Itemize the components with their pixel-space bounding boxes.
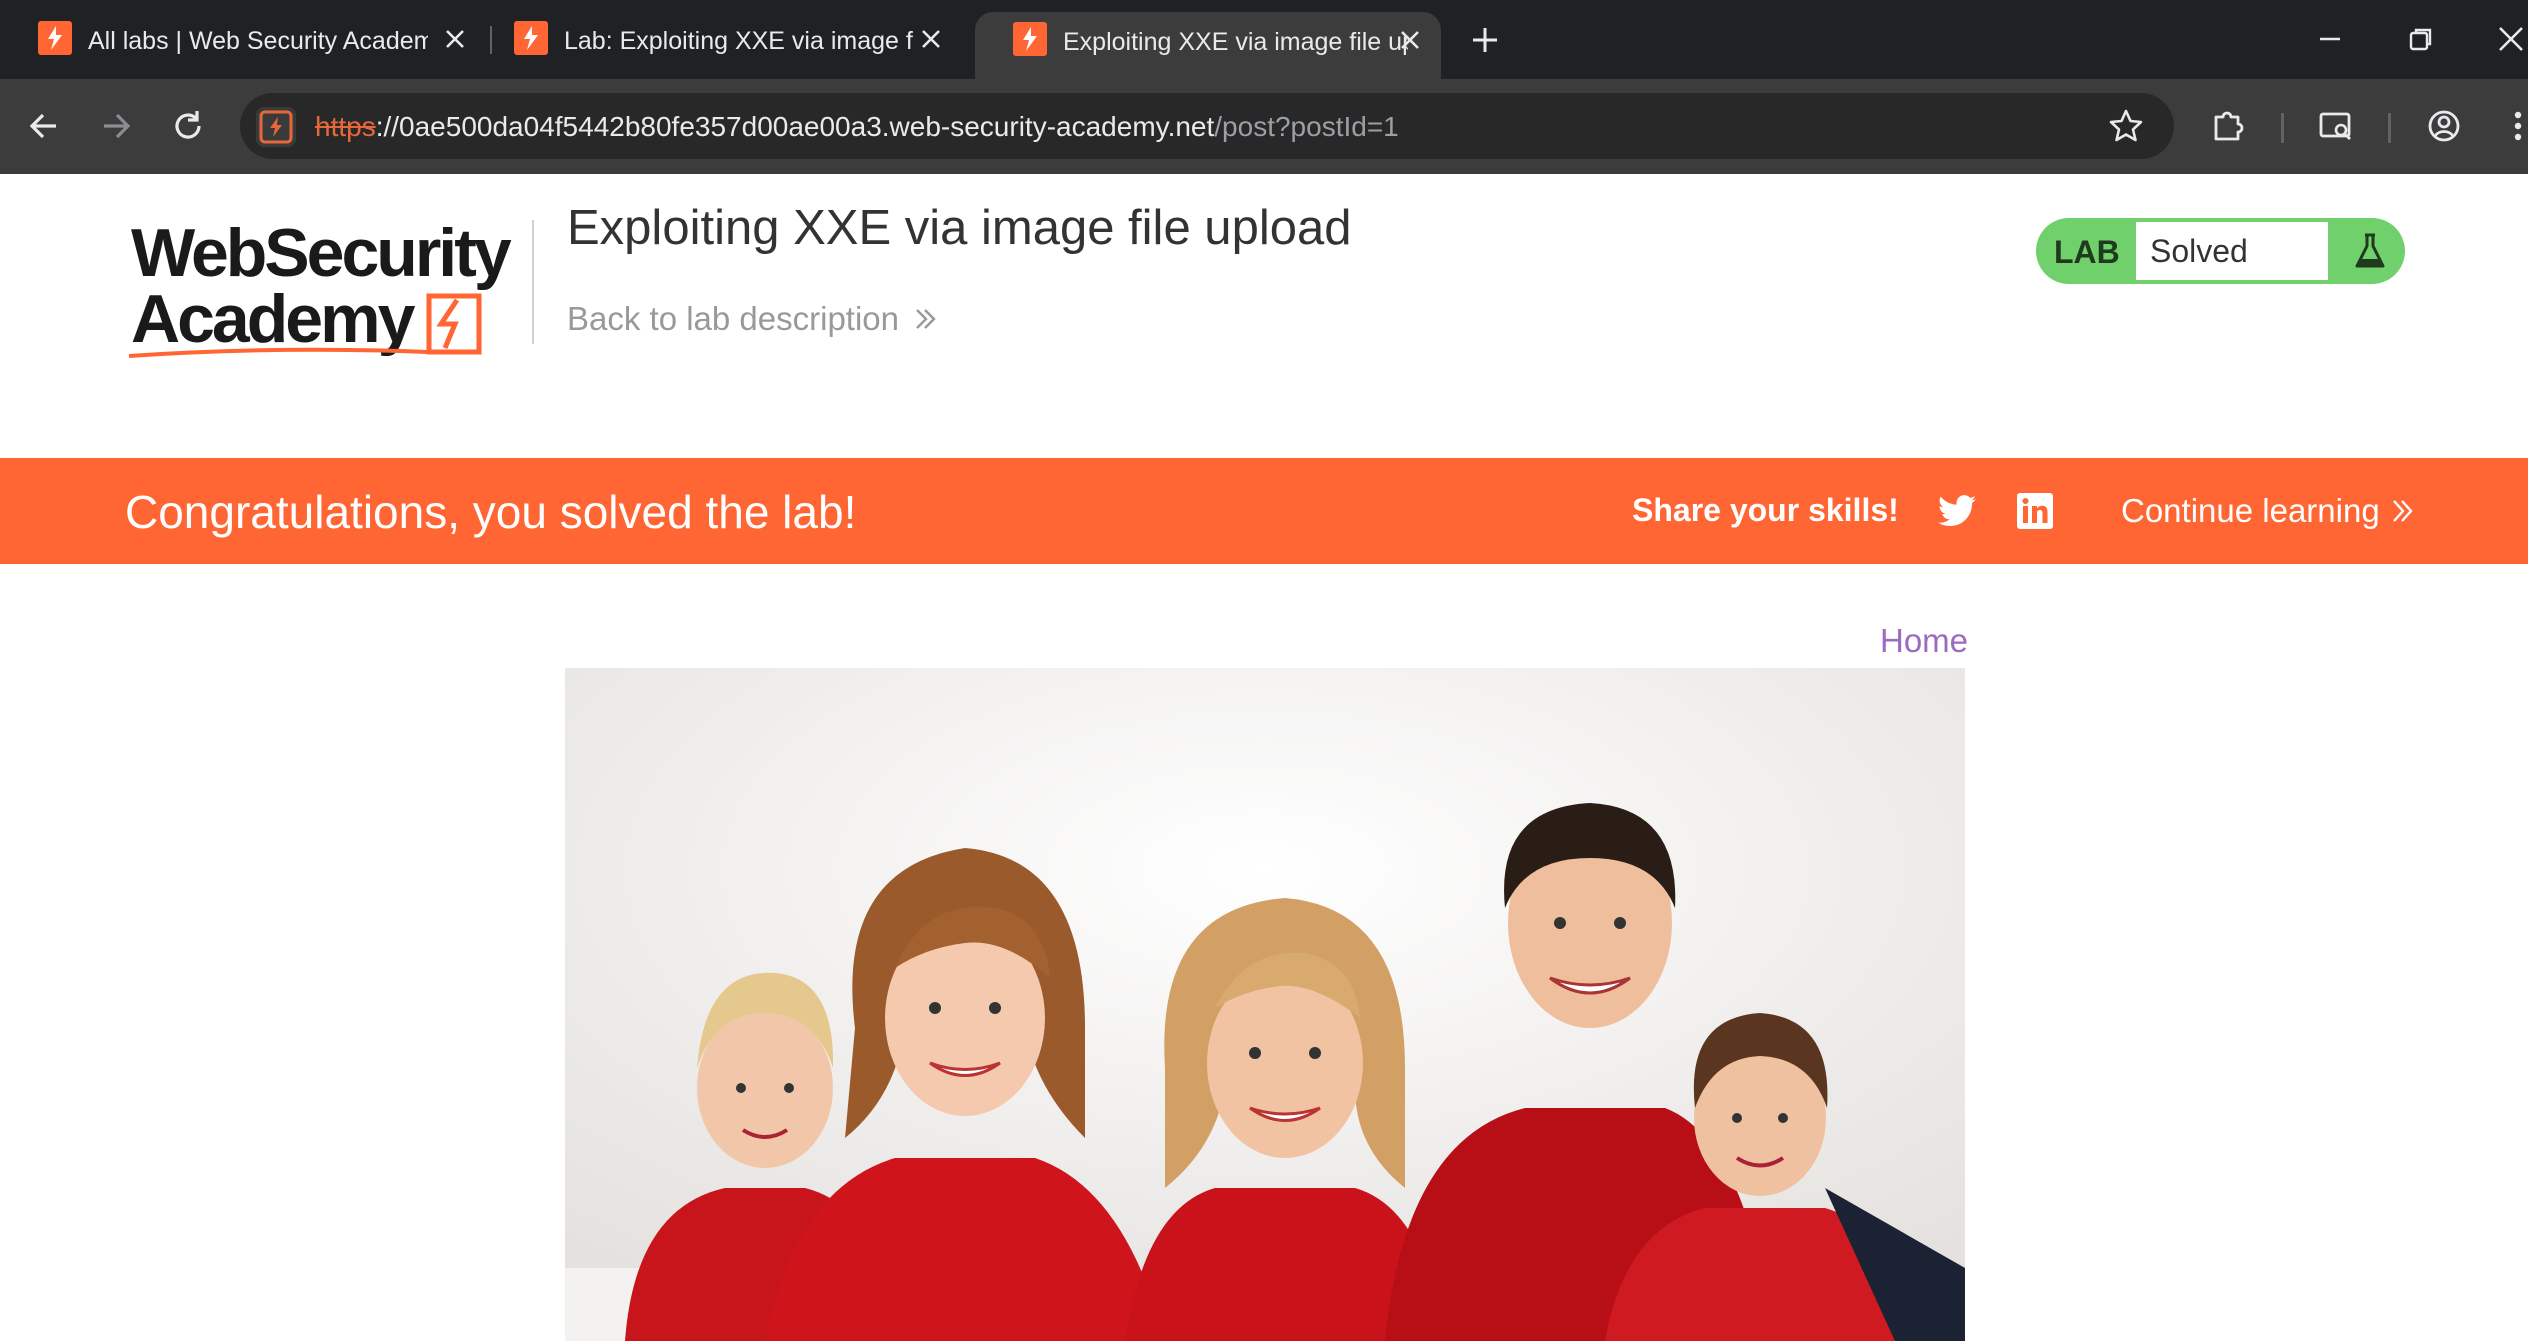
url-scheme: https: [315, 111, 376, 142]
portswigger-favicon-icon: [1013, 22, 1047, 56]
browser-tab-bar: All labs | Web Security Academy Lab: Exp…: [0, 0, 2528, 79]
browser-tab[interactable]: Lab: Exploiting XXE via image file uploa…: [476, 0, 966, 79]
logo-line2: Academy: [131, 281, 416, 357]
url-host: ://0ae500da04f5442b80fe357d00ae00a3.web-…: [375, 111, 1215, 142]
site-favicon-icon: [259, 110, 293, 144]
back-link-label: Back to lab description: [567, 300, 900, 337]
reload-icon[interactable]: [168, 106, 208, 146]
minimize-window-icon[interactable]: [2313, 22, 2347, 56]
close-tab-icon[interactable]: [920, 28, 942, 50]
family-photo-illustration: [565, 668, 1965, 1341]
url-text: https://0ae500da04f5442b80fe357d00ae00a3…: [315, 93, 1399, 159]
home-link[interactable]: Home: [1880, 622, 1968, 660]
blog-post-image: [565, 668, 1965, 1341]
tab-title: Exploiting XXE via image file upload: [1063, 28, 1408, 56]
logo-line1: WebSecurity: [131, 215, 512, 291]
close-tab-icon[interactable]: [444, 28, 466, 50]
browser-tab[interactable]: All labs | Web Security Academy: [0, 0, 490, 79]
linkedin-icon[interactable]: [2016, 492, 2054, 530]
site-info-button[interactable]: [256, 107, 296, 147]
tab-title: Lab: Exploiting XXE via image file uploa…: [564, 27, 914, 55]
bookmark-star-icon[interactable]: [2106, 106, 2146, 146]
restore-window-icon[interactable]: [2404, 22, 2438, 56]
tab-title: All labs | Web Security Academy: [88, 27, 428, 55]
back-to-lab-description-link[interactable]: Back to lab description: [567, 300, 939, 338]
lab-status-text: Solved: [2136, 222, 2328, 280]
flask-icon: [2355, 233, 2385, 268]
browser-tab-active[interactable]: Exploiting XXE via image file upload: [975, 12, 1441, 79]
portswigger-favicon-icon: [514, 21, 548, 55]
double-chevron-right-icon: [2392, 500, 2413, 522]
lab-badge-label: LAB: [2054, 234, 2120, 270]
address-bar[interactable]: https://0ae500da04f5442b80fe357d00ae00a3…: [240, 93, 2174, 159]
url-path: /post?postId=1: [1214, 111, 1399, 142]
browser-toolbar: https://0ae500da04f5442b80fe357d00ae00a3…: [0, 79, 2528, 174]
extensions-puzzle-icon[interactable]: [2208, 105, 2248, 145]
new-tab-icon[interactable]: [1465, 20, 1505, 60]
solved-banner: Congratulations, you solved the lab! Sha…: [0, 458, 2528, 564]
twitter-icon[interactable]: [1938, 493, 1976, 529]
web-security-academy-logo[interactable]: WebSecurity Academy: [127, 214, 537, 370]
toolbar-separator: [2281, 113, 2284, 143]
close-tab-icon[interactable]: [1399, 29, 1421, 51]
profile-avatar-icon[interactable]: [2424, 106, 2464, 146]
continue-learning-link[interactable]: Continue learning: [2121, 458, 2416, 564]
continue-learning-label: Continue learning: [2121, 492, 2380, 529]
lab-status-badge: LAB Solved: [2036, 218, 2405, 284]
header-divider: [532, 220, 534, 344]
close-window-icon[interactable]: [2494, 22, 2528, 56]
page-title: Exploiting XXE via image file upload: [567, 201, 1352, 255]
back-arrow-icon[interactable]: [24, 106, 64, 146]
browser-menu-icon[interactable]: [2498, 106, 2528, 146]
share-skills-label: Share your skills!: [1632, 492, 1899, 528]
forward-arrow-icon[interactable]: [96, 106, 136, 146]
double-chevron-right-icon: [916, 309, 936, 329]
tab-search-icon[interactable]: [2316, 106, 2356, 146]
portswigger-favicon-icon: [38, 21, 72, 55]
solved-message: Congratulations, you solved the lab!: [125, 486, 857, 538]
toolbar-separator: [2388, 113, 2391, 143]
